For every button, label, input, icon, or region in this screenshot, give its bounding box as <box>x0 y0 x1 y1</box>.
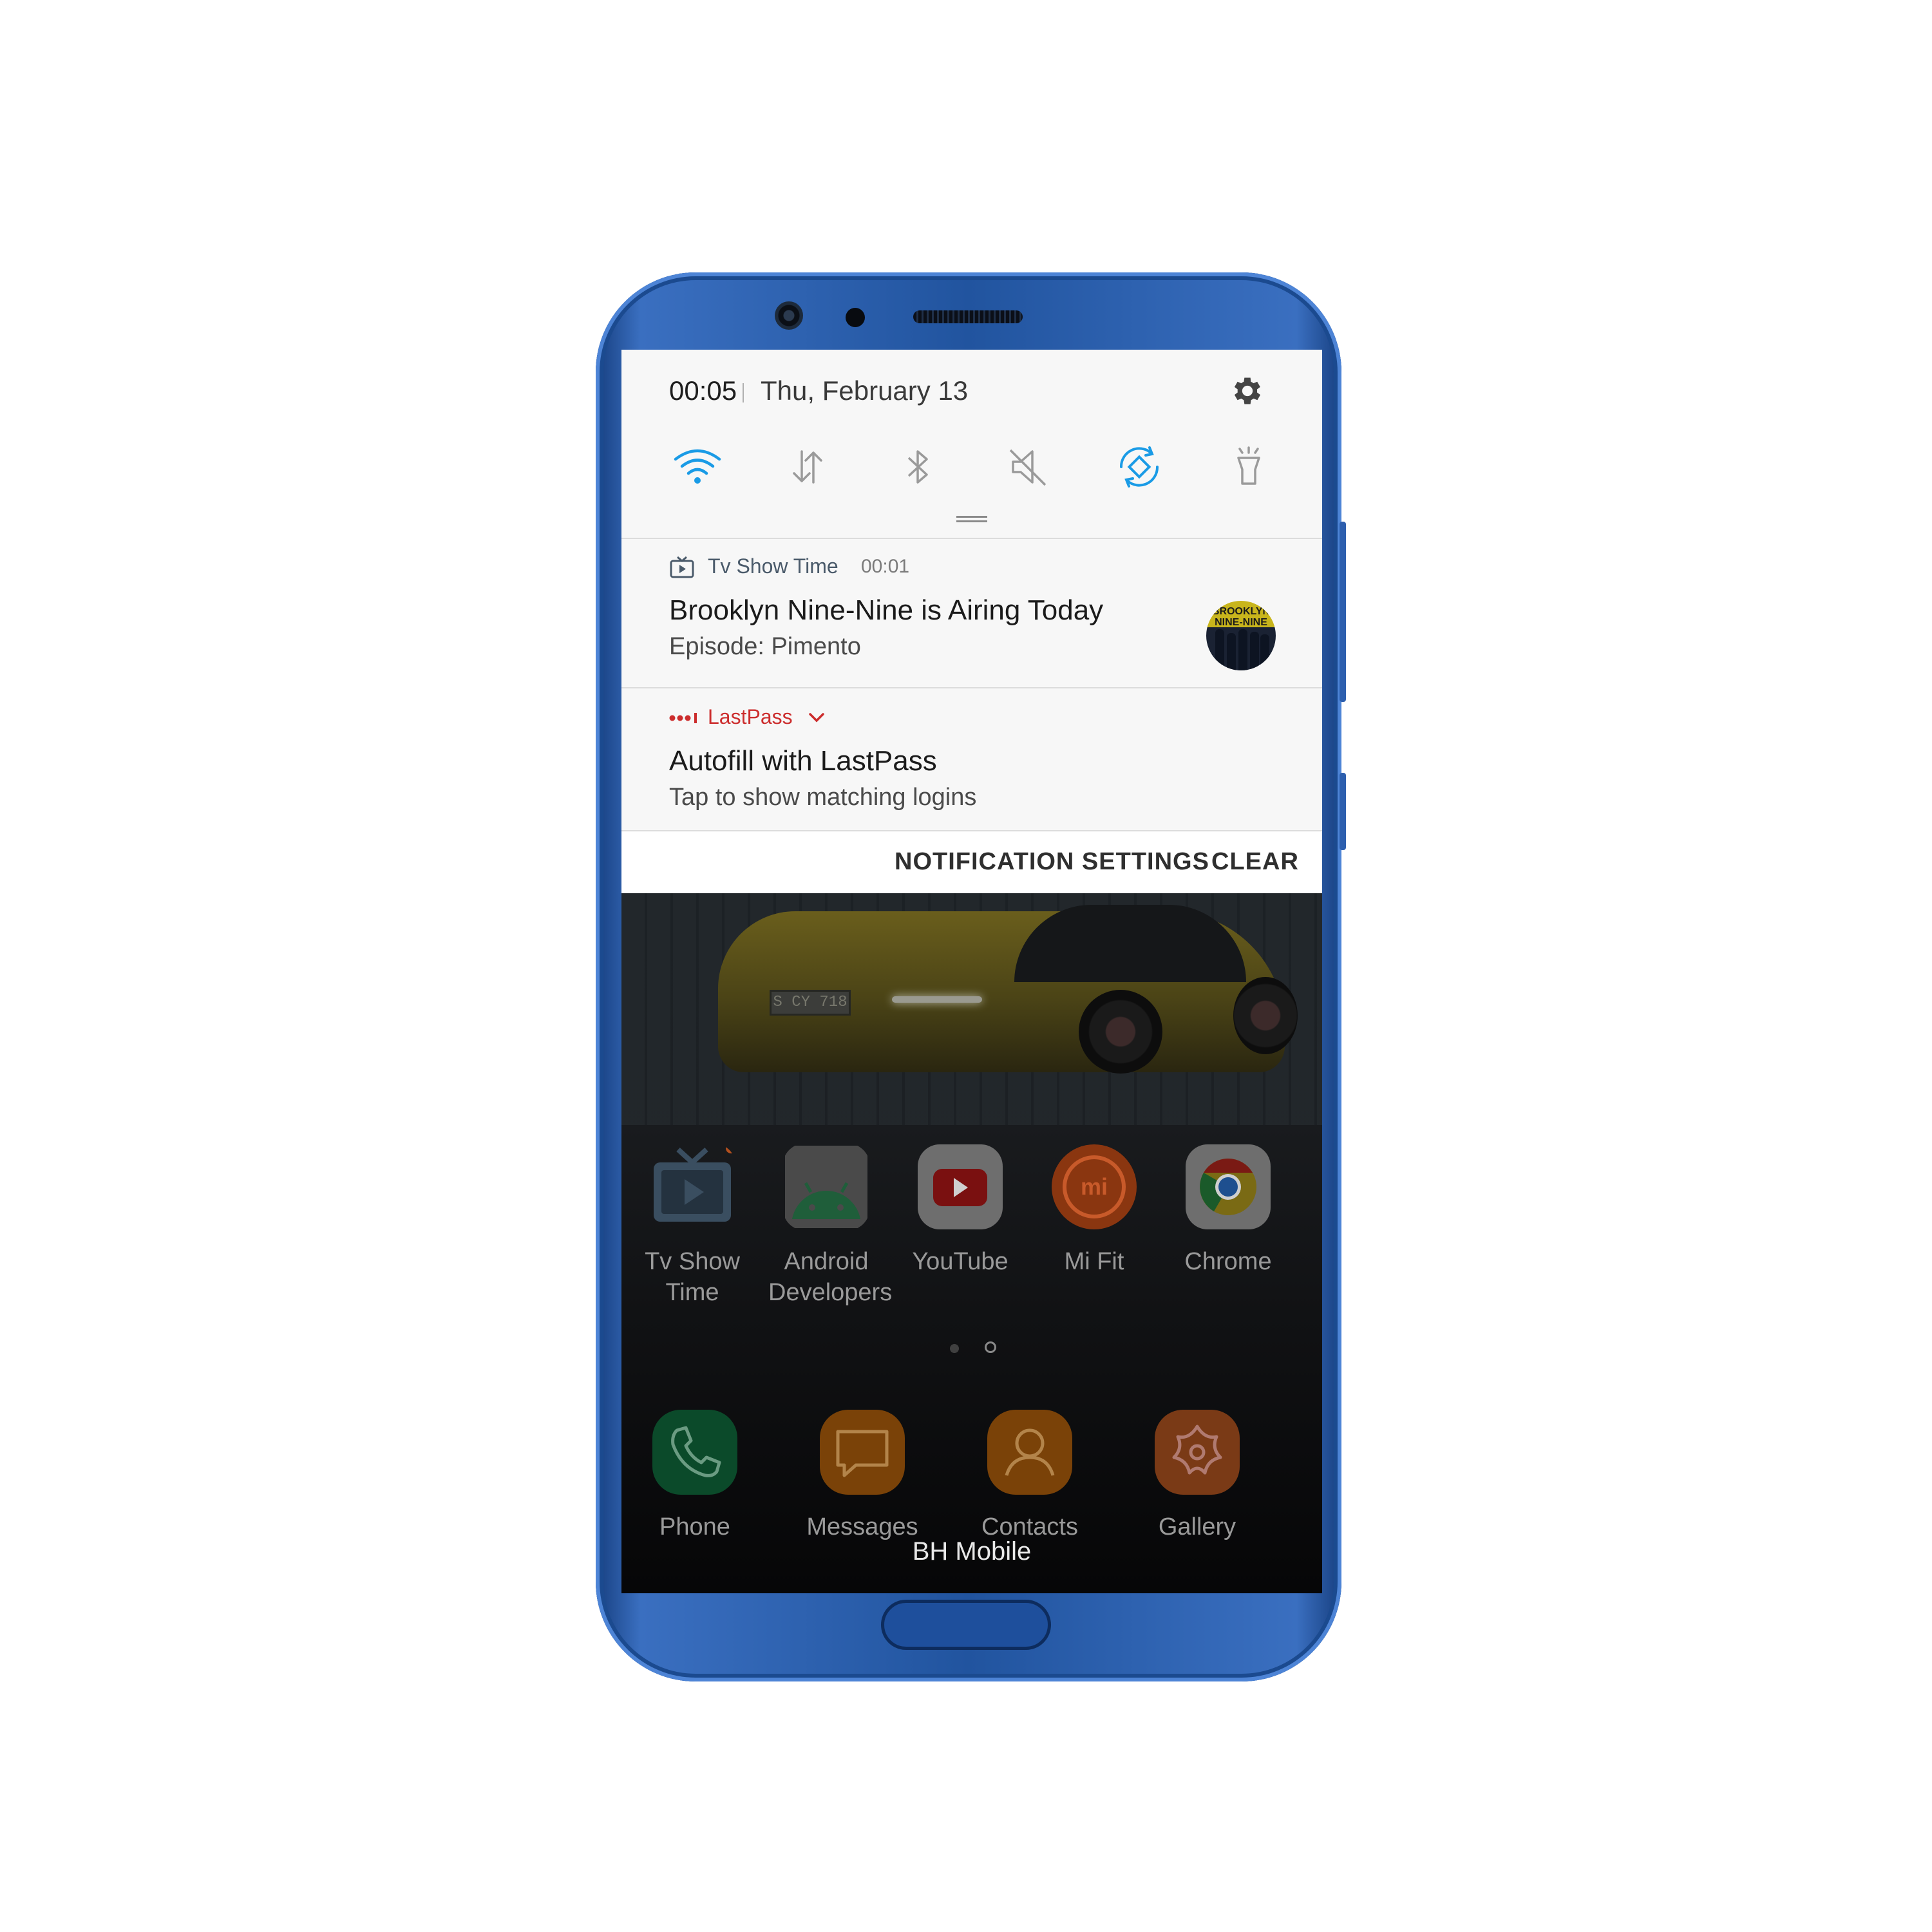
notification-panel: 00:05 Thu, February 13 Tv Show Time 00:0… <box>621 350 1322 893</box>
svg-text:mi: mi <box>1081 1173 1108 1200</box>
app-label: Chrome <box>1184 1248 1272 1275</box>
app-label: Tv Show Time <box>645 1248 740 1306</box>
home-screen: S CY 718 Tv Show Time Android Developers… <box>621 893 1322 1593</box>
notification-subtitle: Episode: Pimento <box>669 633 861 660</box>
flashlight-icon[interactable] <box>1222 440 1276 494</box>
wifi-icon[interactable] <box>670 440 724 494</box>
status-time: 00:05 <box>669 375 737 406</box>
carrier-label: BH Mobile <box>912 1537 1032 1566</box>
notification-subtitle: Tap to show matching logins <box>669 784 977 811</box>
wallpaper-license-plate: S CY 718 <box>770 990 851 1016</box>
notification-title: Autofill with LastPass <box>669 745 937 777</box>
tv-show-time-small-icon <box>670 556 694 578</box>
panel-drag-handle[interactable] <box>956 516 987 522</box>
notification-settings-button[interactable]: NOTIFICATION SETTINGS <box>895 848 1209 876</box>
notification-tv-show-time[interactable]: Tv Show Time 00:01 Brooklyn Nine-Nine is… <box>621 539 1322 687</box>
tv-show-time-icon <box>654 1143 736 1222</box>
youtube-icon <box>918 1144 1003 1229</box>
page-dot[interactable] <box>950 1344 959 1353</box>
screen: 00:05 Thu, February 13 Tv Show Time 00:0… <box>621 350 1322 1593</box>
android-icon <box>785 1146 867 1228</box>
notification-thumbnail: BROOKLYN NINE-NINE <box>1206 601 1276 670</box>
notification-title: Brooklyn Nine-Nine is Airing Today <box>669 594 1104 626</box>
notification-lastpass[interactable]: LastPass Autofill with LastPass Tap to s… <box>621 688 1322 831</box>
chrome-icon <box>1186 1144 1271 1229</box>
status-date: Thu, February 13 <box>761 375 969 406</box>
thumbnail-text: BROOKLYN NINE-NINE <box>1211 606 1271 628</box>
mobile-data-icon[interactable] <box>780 440 834 494</box>
mi-fit-icon: mi <box>1052 1144 1137 1229</box>
notification-time: 00:01 <box>861 556 910 577</box>
app-label: Android Developers <box>768 1248 893 1306</box>
app-label: YouTube <box>912 1248 1009 1275</box>
notification-app-name: LastPass <box>708 705 793 728</box>
quick-settings-row <box>621 440 1322 504</box>
earpiece-speaker <box>913 310 1023 323</box>
volume-button <box>1340 522 1346 702</box>
phone-icon <box>652 1410 737 1495</box>
proximity-sensor <box>846 308 865 327</box>
app-label: Mi Fit <box>1064 1248 1124 1275</box>
status-divider <box>743 383 744 402</box>
front-camera-icon <box>775 301 803 330</box>
gallery-icon <box>1155 1410 1240 1495</box>
contacts-icon <box>987 1410 1072 1495</box>
wallpaper-wheel <box>1079 990 1162 1074</box>
power-button <box>1340 773 1346 850</box>
expand-chevron-down-icon[interactable] <box>808 712 825 723</box>
auto-rotate-icon[interactable] <box>1112 440 1166 494</box>
wallpaper-wheel <box>1233 977 1298 1054</box>
lastpass-logo-icon <box>669 713 697 723</box>
page-dot-current[interactable] <box>985 1341 996 1353</box>
settings-gear-icon[interactable] <box>1229 373 1265 409</box>
bluetooth-icon[interactable] <box>891 440 945 494</box>
mute-icon[interactable] <box>1001 440 1056 494</box>
clear-button[interactable]: CLEAR <box>1211 848 1299 876</box>
wallpaper-car-light <box>892 996 982 1003</box>
home-button[interactable] <box>881 1600 1051 1650</box>
messages-icon <box>820 1410 905 1495</box>
notification-actions: NOTIFICATION SETTINGS CLEAR <box>621 831 1322 893</box>
notification-app-name: Tv Show Time <box>708 554 838 578</box>
